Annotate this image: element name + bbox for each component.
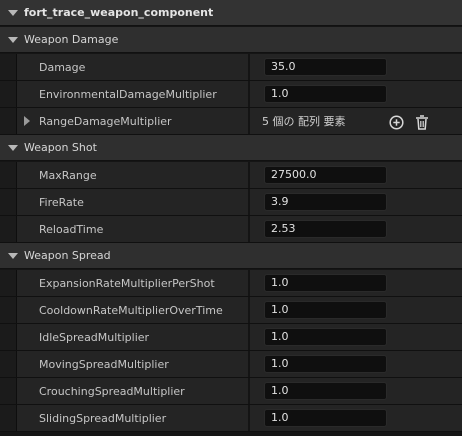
property-row-idle-spread: IdleSpreadMultiplier 1.0 <box>0 324 462 351</box>
property-name: SlidingSpreadMultiplier <box>17 405 250 431</box>
property-row-damage: Damage 35.0 <box>0 54 462 81</box>
property-name: Damage <box>17 54 250 80</box>
section-title: Weapon Shot <box>24 141 97 154</box>
property-name: MovingSpreadMultiplier <box>17 351 250 377</box>
property-row-sliding-spread: SlidingSpreadMultiplier 1.0 <box>0 405 462 432</box>
sliding-spread-input[interactable]: 1.0 <box>264 409 387 427</box>
collapse-caret-icon[interactable] <box>8 252 18 259</box>
expand-caret-icon[interactable] <box>24 116 30 126</box>
expansion-rate-input[interactable]: 1.0 <box>264 274 387 292</box>
property-name: CrouchingSpreadMultiplier <box>17 378 250 404</box>
property-name: MaxRange <box>17 162 250 188</box>
crouching-spread-input[interactable]: 1.0 <box>264 382 387 400</box>
section-title: Weapon Spread <box>24 249 111 262</box>
property-name: FireRate <box>17 189 250 215</box>
property-name: CooldownRateMultiplierOverTime <box>17 297 250 323</box>
component-header[interactable]: fort_trace_weapon_component <box>0 0 462 26</box>
property-row-cooldown-rate: CooldownRateMultiplierOverTime 1.0 <box>0 297 462 324</box>
fire-rate-input[interactable]: 3.9 <box>264 193 387 211</box>
add-element-icon[interactable] <box>388 114 404 130</box>
property-row-crouching-spread: CrouchingSpreadMultiplier 1.0 <box>0 378 462 405</box>
section-header-weapon-shot[interactable]: Weapon Shot <box>0 135 462 161</box>
property-row-range-damage-multiplier[interactable]: RangeDamageMultiplier 5 個の 配列 要素 <box>0 108 462 135</box>
moving-spread-input[interactable]: 1.0 <box>264 355 387 373</box>
property-row-environmental-damage-multiplier: EnvironmentalDamageMultiplier 1.0 <box>0 81 462 108</box>
collapse-caret-icon[interactable] <box>8 144 18 151</box>
reload-time-input[interactable]: 2.53 <box>264 220 387 238</box>
property-row-max-range: MaxRange 27500.0 <box>0 162 462 189</box>
property-row-reload-time: ReloadTime 2.53 <box>0 216 462 243</box>
collapse-caret-icon[interactable] <box>8 9 18 16</box>
section-header-weapon-spread[interactable]: Weapon Spread <box>0 243 462 269</box>
property-name: EnvironmentalDamageMultiplier <box>17 81 250 107</box>
property-name: IdleSpreadMultiplier <box>17 324 250 350</box>
property-row-fire-rate: FireRate 3.9 <box>0 189 462 216</box>
damage-input[interactable]: 35.0 <box>264 58 387 76</box>
trash-icon[interactable] <box>414 114 430 130</box>
property-name: ExpansionRateMultiplierPerShot <box>17 270 250 296</box>
section-title: Weapon Damage <box>24 33 119 46</box>
property-name: ReloadTime <box>17 216 250 242</box>
details-panel: fort_trace_weapon_component Weapon Damag… <box>0 0 462 436</box>
property-name: RangeDamageMultiplier <box>39 114 172 128</box>
component-title: fort_trace_weapon_component <box>24 6 214 19</box>
array-element-count: 5 個の 配列 要素 <box>262 115 346 128</box>
max-range-input[interactable]: 27500.0 <box>264 166 387 184</box>
property-row-moving-spread: MovingSpreadMultiplier 1.0 <box>0 351 462 378</box>
environmental-damage-multiplier-input[interactable]: 1.0 <box>264 85 387 103</box>
collapse-caret-icon[interactable] <box>8 36 18 43</box>
property-row-expansion-rate: ExpansionRateMultiplierPerShot 1.0 <box>0 270 462 297</box>
section-header-weapon-damage[interactable]: Weapon Damage <box>0 27 462 53</box>
cooldown-rate-input[interactable]: 1.0 <box>264 301 387 319</box>
idle-spread-input[interactable]: 1.0 <box>264 328 387 346</box>
